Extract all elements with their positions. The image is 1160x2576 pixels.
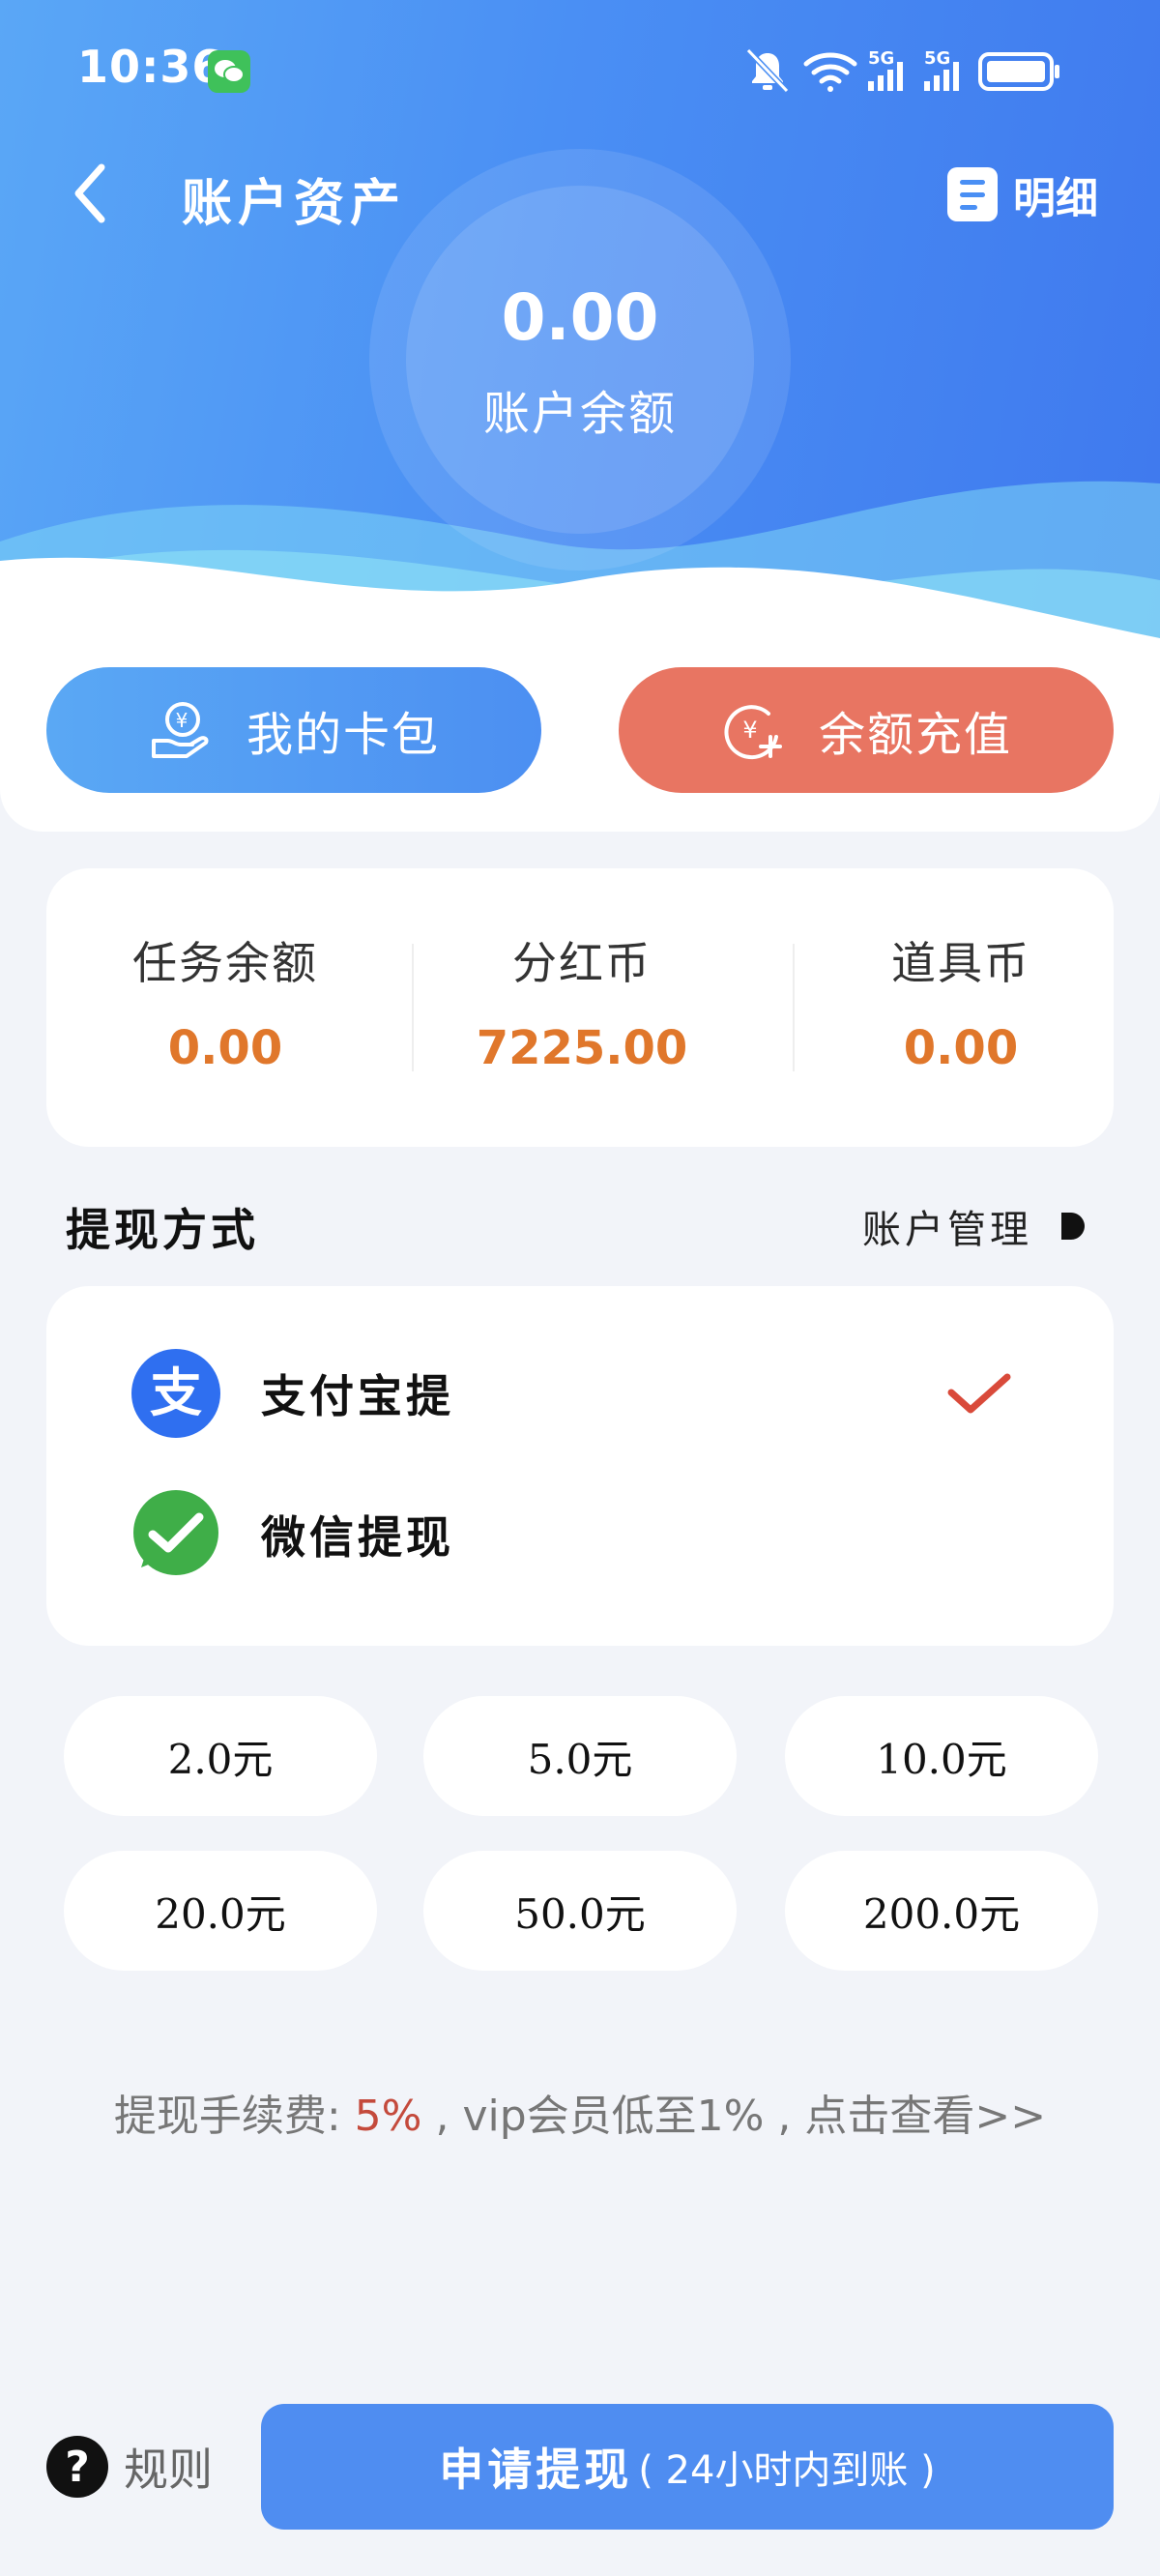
stat-dividend-coin[interactable]: 分红币 7225.00 bbox=[414, 868, 750, 1147]
amount-option[interactable]: 20.0元 bbox=[64, 1851, 377, 1971]
method-label: 微信提现 bbox=[261, 1511, 454, 1564]
fee-rate: 5% bbox=[354, 2092, 422, 2141]
amount-option[interactable]: 5.0元 bbox=[423, 1696, 737, 1816]
balance-circle-inner bbox=[406, 186, 754, 534]
balance-amount: 0.00 bbox=[501, 280, 659, 355]
arrow-right-icon bbox=[1061, 1213, 1085, 1240]
wifi-icon bbox=[803, 52, 857, 92]
stat-label: 道具币 bbox=[891, 937, 1030, 989]
question-icon: ? bbox=[46, 2436, 108, 2498]
list-icon bbox=[947, 167, 998, 221]
wechat-icon bbox=[208, 50, 250, 93]
detail-label: 明细 bbox=[1013, 174, 1098, 223]
coin-plus-icon: ¥ bbox=[720, 698, 784, 762]
back-button[interactable] bbox=[56, 155, 124, 232]
amount-option[interactable]: 2.0元 bbox=[64, 1696, 377, 1816]
mute-bell-icon bbox=[745, 47, 790, 94]
withdraw-methods-card: 支 支付宝提 微信提现 bbox=[46, 1286, 1114, 1646]
svg-text:5G: 5G bbox=[868, 48, 894, 69]
svg-text:5G: 5G bbox=[924, 48, 950, 69]
account-manage-link[interactable]: 账户管理 bbox=[862, 1197, 1087, 1255]
amount-option[interactable]: 50.0元 bbox=[423, 1851, 737, 1971]
rules-button[interactable]: ? 规则 bbox=[46, 2435, 213, 2499]
stats-card: 任务余额 0.00 分红币 7225.00 道具币 0.00 bbox=[46, 868, 1114, 1147]
apply-withdraw-button[interactable]: 申请提现 ( 24小时内到账 ) bbox=[261, 2404, 1114, 2530]
detail-button[interactable]: 明细 bbox=[947, 161, 1098, 228]
stat-label: 任务余额 bbox=[132, 937, 318, 989]
recharge-button[interactable]: ¥ 余额充值 bbox=[619, 667, 1114, 793]
status-time: 10:36 bbox=[77, 41, 224, 93]
svg-text:支: 支 bbox=[150, 1361, 202, 1423]
arrival-time-note: ( 24小时内到账 ) bbox=[638, 2448, 936, 2493]
battery-icon bbox=[978, 52, 1059, 91]
svg-text:¥: ¥ bbox=[742, 717, 759, 744]
alipay-icon: 支 bbox=[131, 1349, 220, 1438]
stat-value: 7225.00 bbox=[476, 1021, 688, 1075]
account-assets-page: 10:36 5G 5G 账户资产 明细 0.00 账户余额 ¥ 我的卡包 ¥ 余… bbox=[0, 0, 1160, 2576]
page-title: 账户资产 bbox=[182, 174, 407, 233]
stat-prop-coin[interactable]: 道具币 0.00 bbox=[797, 868, 1125, 1147]
method-alipay[interactable]: 支 支付宝提 bbox=[46, 1340, 1114, 1447]
fee-note-suffix: , vip会员低至1% , 点击查看>> bbox=[421, 2092, 1047, 2141]
fee-note[interactable]: 提现手续费: 5% , vip会员低至1% , 点击查看>> bbox=[0, 2081, 1160, 2143]
status-icons: 5G 5G bbox=[745, 47, 1059, 94]
status-bar: 10:36 5G 5G bbox=[0, 0, 1160, 135]
card-pack-label: 我的卡包 bbox=[246, 708, 440, 762]
amount-option[interactable]: 200.0元 bbox=[785, 1851, 1098, 1971]
method-label: 支付宝提 bbox=[261, 1370, 454, 1422]
stat-value: 0.00 bbox=[167, 1021, 283, 1075]
balance-label: 账户余额 bbox=[482, 387, 677, 441]
method-wechat[interactable]: 微信提现 bbox=[46, 1481, 1114, 1588]
chevron-left-icon bbox=[74, 163, 105, 223]
check-icon bbox=[947, 1373, 1011, 1414]
wechat-pay-icon bbox=[133, 1490, 218, 1575]
header-section: 10:36 5G 5G 账户资产 明细 0.00 账户余额 ¥ 我的卡包 ¥ 余… bbox=[0, 0, 1160, 832]
hand-coin-icon: ¥ bbox=[148, 698, 212, 762]
withdraw-method-title: 提现方式 bbox=[66, 1204, 259, 1256]
account-manage-label: 账户管理 bbox=[862, 1208, 1032, 1252]
stat-task-balance[interactable]: 任务余额 0.00 bbox=[46, 868, 404, 1147]
card-pack-button[interactable]: ¥ 我的卡包 bbox=[46, 667, 541, 793]
rules-label: 规则 bbox=[124, 2444, 213, 2496]
stat-divider bbox=[793, 944, 795, 1071]
fee-note-prefix: 提现手续费: bbox=[113, 2092, 355, 2141]
recharge-label: 余额充值 bbox=[818, 708, 1012, 762]
stat-label: 分红币 bbox=[512, 937, 652, 989]
apply-withdraw-label: 申请提现 bbox=[439, 2444, 633, 2496]
amount-option[interactable]: 10.0元 bbox=[785, 1696, 1098, 1816]
svg-text:¥: ¥ bbox=[176, 709, 190, 732]
stat-value: 0.00 bbox=[903, 1021, 1019, 1075]
